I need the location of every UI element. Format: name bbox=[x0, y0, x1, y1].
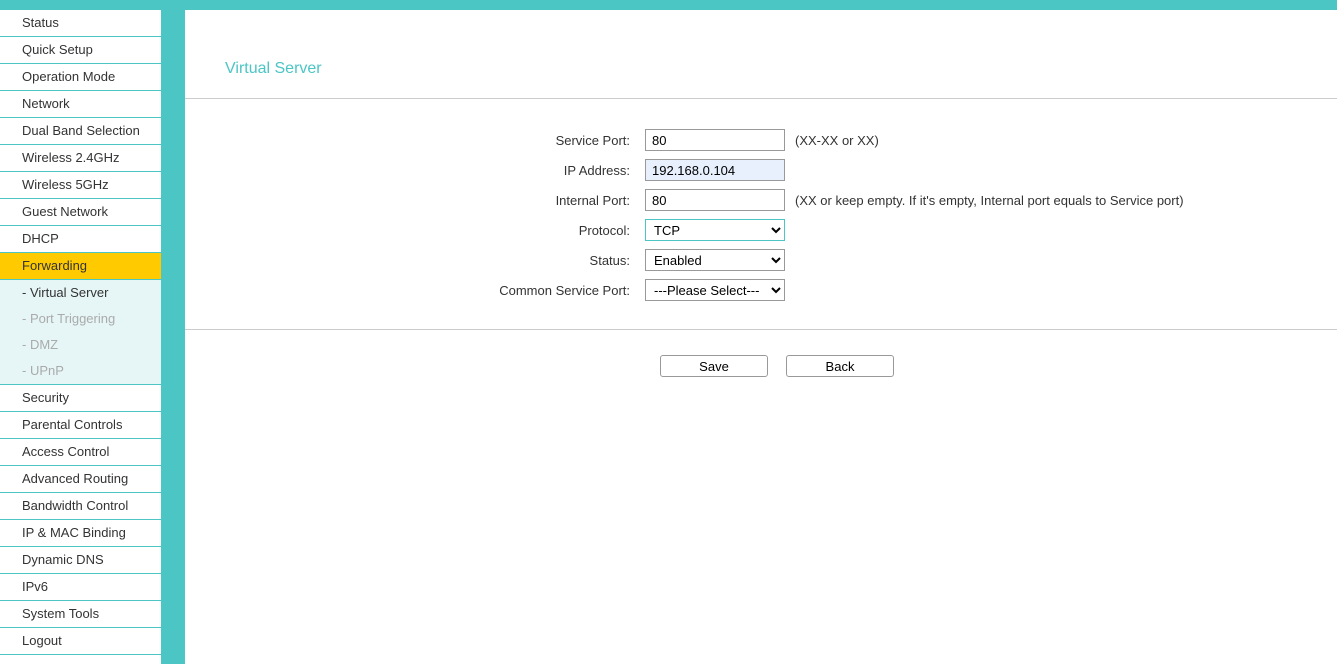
nav-item-dual-band[interactable]: Dual Band Selection bbox=[0, 118, 161, 145]
nav-item-wireless-24[interactable]: Wireless 2.4GHz bbox=[0, 145, 161, 172]
sub-nav: - Virtual Server - Port Triggering - DMZ… bbox=[0, 280, 161, 385]
row-status: Status: Enabled bbox=[185, 249, 1337, 271]
nav-item-dynamic-dns[interactable]: Dynamic DNS bbox=[0, 547, 161, 574]
back-button[interactable]: Back bbox=[786, 355, 894, 377]
row-ip-address: IP Address: bbox=[185, 159, 1337, 181]
nav-item-network[interactable]: Network bbox=[0, 91, 161, 118]
row-service-port: Service Port: (XX-XX or XX) bbox=[185, 129, 1337, 151]
sub-item-virtual-server[interactable]: - Virtual Server bbox=[0, 280, 161, 306]
save-button[interactable]: Save bbox=[660, 355, 768, 377]
form-area: Service Port: (XX-XX or XX) IP Address: … bbox=[185, 119, 1337, 329]
select-common-service[interactable]: ---Please Select--- bbox=[645, 279, 785, 301]
label-common-service: Common Service Port: bbox=[185, 283, 645, 298]
sub-item-port-triggering[interactable]: - Port Triggering bbox=[0, 306, 161, 332]
sub-item-upnp[interactable]: - UPnP bbox=[0, 358, 161, 384]
input-ip-address[interactable] bbox=[645, 159, 785, 181]
nav-item-security[interactable]: Security bbox=[0, 385, 161, 412]
divider-bottom bbox=[185, 329, 1337, 330]
content: Virtual Server Service Port: (XX-XX or X… bbox=[185, 0, 1337, 664]
label-protocol: Protocol: bbox=[185, 223, 645, 238]
label-service-port: Service Port: bbox=[185, 133, 645, 148]
page-title: Virtual Server bbox=[185, 10, 1337, 98]
row-common-service: Common Service Port: ---Please Select--- bbox=[185, 279, 1337, 301]
sidebar-top-bar bbox=[0, 0, 161, 10]
label-internal-port: Internal Port: bbox=[185, 193, 645, 208]
select-status[interactable]: Enabled bbox=[645, 249, 785, 271]
input-service-port[interactable] bbox=[645, 129, 785, 151]
sub-item-dmz[interactable]: - DMZ bbox=[0, 332, 161, 358]
button-row: Save Back bbox=[185, 355, 1337, 377]
nav-item-forwarding[interactable]: Forwarding bbox=[0, 253, 161, 280]
sidebar: Status Quick Setup Operation Mode Networ… bbox=[0, 0, 165, 664]
nav-item-guest-network[interactable]: Guest Network bbox=[0, 199, 161, 226]
nav-item-wireless-5[interactable]: Wireless 5GHz bbox=[0, 172, 161, 199]
select-protocol[interactable]: TCP bbox=[645, 219, 785, 241]
nav-item-dhcp[interactable]: DHCP bbox=[0, 226, 161, 253]
nav-item-ipv6[interactable]: IPv6 bbox=[0, 574, 161, 601]
nav-item-advanced-routing[interactable]: Advanced Routing bbox=[0, 466, 161, 493]
content-top-bar bbox=[185, 0, 1337, 10]
input-internal-port[interactable] bbox=[645, 189, 785, 211]
nav-item-ip-mac-binding[interactable]: IP & MAC Binding bbox=[0, 520, 161, 547]
row-protocol: Protocol: TCP bbox=[185, 219, 1337, 241]
nav-item-bandwidth-control[interactable]: Bandwidth Control bbox=[0, 493, 161, 520]
nav-item-system-tools[interactable]: System Tools bbox=[0, 601, 161, 628]
divider-top bbox=[185, 98, 1337, 99]
nav-item-logout[interactable]: Logout bbox=[0, 628, 161, 655]
label-status: Status: bbox=[185, 253, 645, 268]
hint-internal-port: (XX or keep empty. If it's empty, Intern… bbox=[795, 193, 1184, 208]
nav-item-parental-controls[interactable]: Parental Controls bbox=[0, 412, 161, 439]
nav-item-quick-setup[interactable]: Quick Setup bbox=[0, 37, 161, 64]
spacer bbox=[165, 0, 185, 664]
nav-item-access-control[interactable]: Access Control bbox=[0, 439, 161, 466]
hint-service-port: (XX-XX or XX) bbox=[795, 133, 879, 148]
label-ip-address: IP Address: bbox=[185, 163, 645, 178]
nav-item-status[interactable]: Status bbox=[0, 10, 161, 37]
nav-item-operation-mode[interactable]: Operation Mode bbox=[0, 64, 161, 91]
row-internal-port: Internal Port: (XX or keep empty. If it'… bbox=[185, 189, 1337, 211]
